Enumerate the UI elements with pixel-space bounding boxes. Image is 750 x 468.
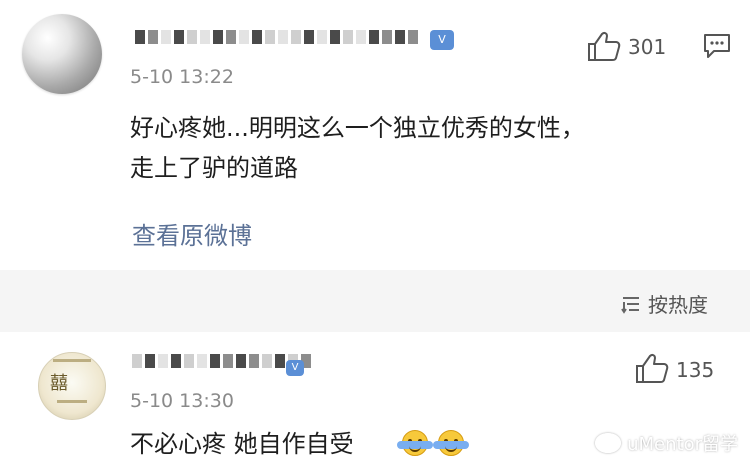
- hug-emoji-icon: [397, 430, 433, 456]
- comment-time: 5-10 13:30: [130, 390, 234, 412]
- comment-time: 5-10 13:22: [130, 66, 234, 88]
- like-count: 301: [628, 35, 667, 59]
- view-original-weibo-link[interactable]: 查看原微博: [132, 216, 252, 251]
- comment-icon[interactable]: [702, 32, 732, 60]
- weibo-logo-icon: [595, 433, 622, 453]
- watermark-text: uMentor留学: [627, 434, 738, 455]
- sort-icon: [621, 296, 639, 314]
- comment-text-line-2: 走上了驴的道路: [130, 154, 298, 182]
- sort-by-hot-button[interactable]: 按热度: [620, 289, 708, 318]
- verified-badge-icon: V: [430, 30, 454, 50]
- username-redacted[interactable]: [135, 30, 418, 44]
- like-count: 135: [676, 358, 715, 382]
- comment-text: 不必心疼 她自作自受: [130, 430, 354, 458]
- thumb-up-icon[interactable]: [634, 352, 670, 384]
- avatar-decoration: [57, 400, 87, 403]
- hug-emoji-icon: [433, 430, 469, 456]
- avatar[interactable]: 囍: [38, 352, 106, 420]
- sort-label: 按热度: [648, 293, 708, 317]
- watermark: uMentor留学: [595, 430, 738, 456]
- thumb-up-icon[interactable]: [586, 30, 622, 62]
- avatar[interactable]: [22, 14, 102, 94]
- comment-text-line-1: 好心疼她...明明这么一个独立优秀的女性，: [130, 114, 585, 142]
- username-redacted[interactable]: [132, 354, 311, 368]
- avatar-seal-graphic: 囍: [50, 373, 68, 394]
- level-badge-icon: V: [286, 360, 304, 376]
- avatar-decoration: [53, 359, 91, 362]
